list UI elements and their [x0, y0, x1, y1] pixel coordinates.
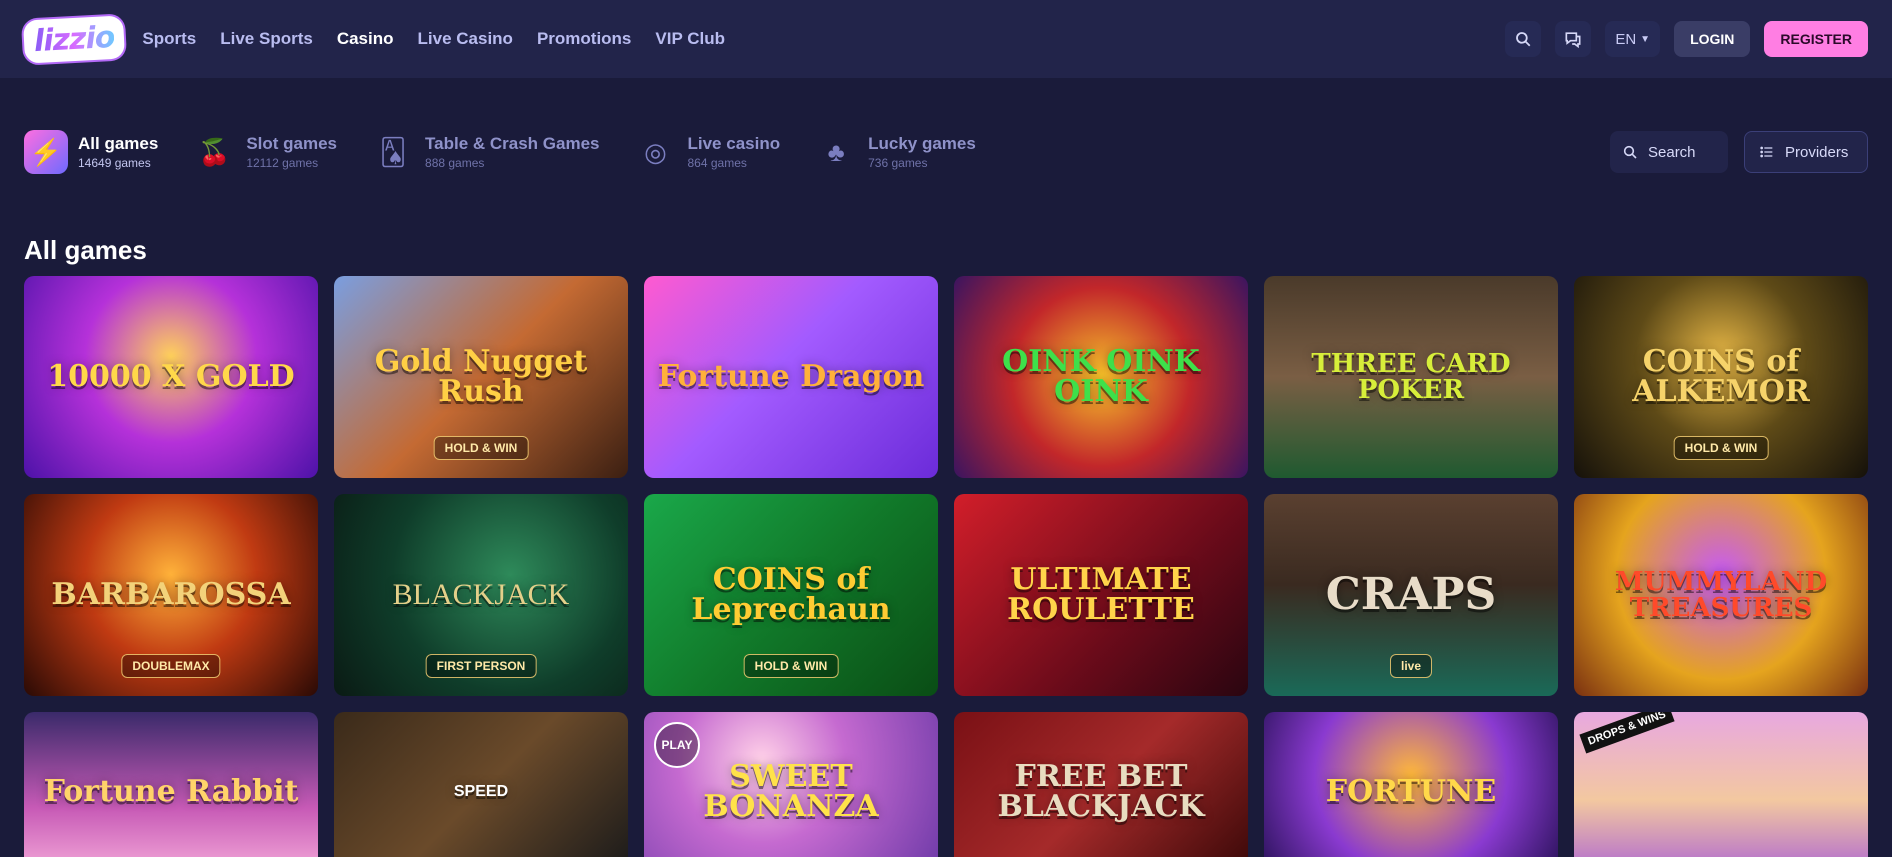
- search-label: Search: [1648, 143, 1696, 161]
- game-subtitle: FIRST PERSON: [425, 654, 537, 678]
- chevron-down-icon: ▼: [1640, 33, 1651, 45]
- game-title: SPEED: [453, 783, 509, 800]
- search-icon: [1623, 145, 1637, 159]
- games-grid-row3: Fortune Rabbit SPEED PLAY SWEET BONANZA …: [0, 712, 1892, 857]
- nav-promotions[interactable]: Promotions: [537, 29, 631, 49]
- game-tile[interactable]: THREE CARD POKER: [1264, 276, 1558, 478]
- game-title: COINS of ALKEMOR: [1632, 344, 1810, 409]
- category-count: 14649 games: [78, 156, 151, 170]
- header-actions: EN ▼ LOGIN REGISTER: [1505, 21, 1868, 57]
- nav-live-casino[interactable]: Live Casino: [418, 29, 513, 49]
- game-tile[interactable]: 10000 X GOLD: [24, 276, 318, 478]
- category-name: Table & Crash Games: [425, 134, 600, 153]
- game-title: COINS of Leprechaun: [691, 562, 891, 627]
- category-all-games[interactable]: ⚡ All games 14649 games: [24, 130, 158, 174]
- game-tile[interactable]: SPEED: [334, 712, 628, 857]
- search-icon: [1516, 32, 1531, 47]
- category-list: ⚡ All games 14649 games 🍒 Slot games 121…: [24, 130, 976, 174]
- login-button[interactable]: LOGIN: [1674, 21, 1751, 57]
- game-tile[interactable]: DROPS & WINS: [1574, 712, 1868, 857]
- game-title: Fortune Dragon: [657, 359, 925, 394]
- nav-vip-club[interactable]: VIP Club: [655, 29, 725, 49]
- game-tile[interactable]: ULTIMATE ROULETTE: [954, 494, 1248, 696]
- game-tile[interactable]: COINS of ALKEMOR HOLD & WIN: [1574, 276, 1868, 478]
- game-title: BARBAROSSA: [51, 577, 291, 612]
- cards-icon: 🂡: [379, 136, 407, 167]
- game-tile[interactable]: PLAY SWEET BONANZA: [644, 712, 938, 857]
- section-title: All games: [24, 234, 147, 265]
- game-tile[interactable]: Fortune Dragon: [644, 276, 938, 478]
- nav-casino[interactable]: Casino: [337, 29, 394, 49]
- game-title: 10000 X GOLD: [47, 359, 295, 394]
- language-select[interactable]: EN ▼: [1605, 21, 1661, 57]
- game-subtitle: HOLD & WIN: [743, 654, 839, 678]
- top-header: lizzio Sports Live Sports Casino Live Ca…: [0, 0, 1892, 78]
- game-subtitle: HOLD & WIN: [1673, 436, 1769, 460]
- game-tile[interactable]: BARBAROSSA DOUBLEMAX: [24, 494, 318, 696]
- game-subtitle: DOUBLEMAX: [121, 654, 221, 678]
- main-nav: Sports Live Sports Casino Live Casino Pr…: [142, 29, 725, 49]
- game-tile[interactable]: Gold Nugget Rush HOLD & WIN: [334, 276, 628, 478]
- game-subtitle: HOLD & WIN: [433, 436, 529, 460]
- game-title: CRAPS: [1325, 569, 1497, 620]
- game-tile[interactable]: BLACKJACK FIRST PERSON: [334, 494, 628, 696]
- category-slot-games[interactable]: 🍒 Slot games 12112 games: [192, 130, 337, 174]
- game-title: SWEET BONANZA: [703, 759, 879, 824]
- category-name: Slot games: [246, 134, 338, 153]
- category-actions: Search Providers: [1610, 131, 1868, 173]
- game-subtitle: live: [1389, 654, 1433, 678]
- game-title: FORTUNE: [1325, 774, 1497, 809]
- nav-sports[interactable]: Sports: [142, 29, 196, 49]
- logo-text: lizzio: [33, 19, 116, 59]
- game-tile[interactable]: OINK OINK OINK: [954, 276, 1248, 478]
- search-button[interactable]: [1505, 21, 1542, 57]
- game-title: MUMMYLAND TREASURES: [1614, 567, 1828, 623]
- category-count: 888 games: [425, 156, 485, 170]
- category-live-casino[interactable]: ◎ Live casino 864 games: [634, 130, 781, 174]
- game-tile[interactable]: Fortune Rabbit: [24, 712, 318, 857]
- logo-badge: lizzio: [22, 14, 126, 64]
- category-name: Lucky games: [868, 134, 976, 153]
- providers-button[interactable]: Providers: [1744, 131, 1868, 173]
- category-lucky-games[interactable]: ♣ Lucky games 736 games: [814, 130, 976, 174]
- game-title: ULTIMATE ROULETTE: [1007, 562, 1195, 627]
- cherries-icon: 🍒: [198, 136, 231, 167]
- roulette-icon: ◎: [644, 136, 667, 167]
- nav-live-sports[interactable]: Live Sports: [220, 29, 313, 49]
- game-tile[interactable]: MUMMYLAND TREASURES: [1574, 494, 1868, 696]
- game-title: OINK OINK OINK: [1002, 344, 1200, 409]
- play-badge: PLAY: [654, 722, 700, 768]
- category-name: Live casino: [687, 134, 781, 153]
- list-icon: [1760, 146, 1773, 158]
- category-table-crash-games[interactable]: 🂡 Table & Crash Games 888 games: [371, 130, 600, 174]
- category-count: 736 games: [868, 156, 928, 170]
- game-tile[interactable]: CRAPS live: [1264, 494, 1558, 696]
- register-button[interactable]: REGISTER: [1764, 21, 1868, 57]
- games-grid: 10000 X GOLD Gold Nugget Rush HOLD & WIN…: [0, 276, 1892, 696]
- game-title: THREE CARD POKER: [1311, 349, 1511, 405]
- drops-wins-badge: DROPS & WINS: [1579, 712, 1675, 754]
- chat-button[interactable]: [1555, 21, 1592, 57]
- game-title: Fortune Rabbit: [43, 774, 299, 809]
- game-title: Gold Nugget Rush: [374, 344, 588, 409]
- providers-label: Providers: [1785, 143, 1849, 161]
- lightning-icon: ⚡: [24, 130, 68, 174]
- category-name: All games: [78, 134, 159, 153]
- game-tile[interactable]: FREE BET BLACKJACK: [954, 712, 1248, 857]
- game-title: BLACKJACK: [392, 578, 570, 611]
- chat-icon: [1565, 32, 1581, 49]
- game-tile[interactable]: FORTUNE: [1264, 712, 1558, 857]
- game-title: FREE BET BLACKJACK: [997, 759, 1205, 824]
- category-count: 864 games: [687, 156, 747, 170]
- category-bar: ⚡ All games 14649 games 🍒 Slot games 121…: [0, 78, 1892, 226]
- games-search-button[interactable]: Search: [1610, 131, 1728, 173]
- logo[interactable]: lizzio: [22, 14, 126, 64]
- language-label: EN: [1615, 30, 1637, 48]
- clover-icon: ♣: [827, 136, 845, 167]
- category-count: 12112 games: [246, 156, 319, 170]
- game-tile[interactable]: COINS of Leprechaun HOLD & WIN: [644, 494, 938, 696]
